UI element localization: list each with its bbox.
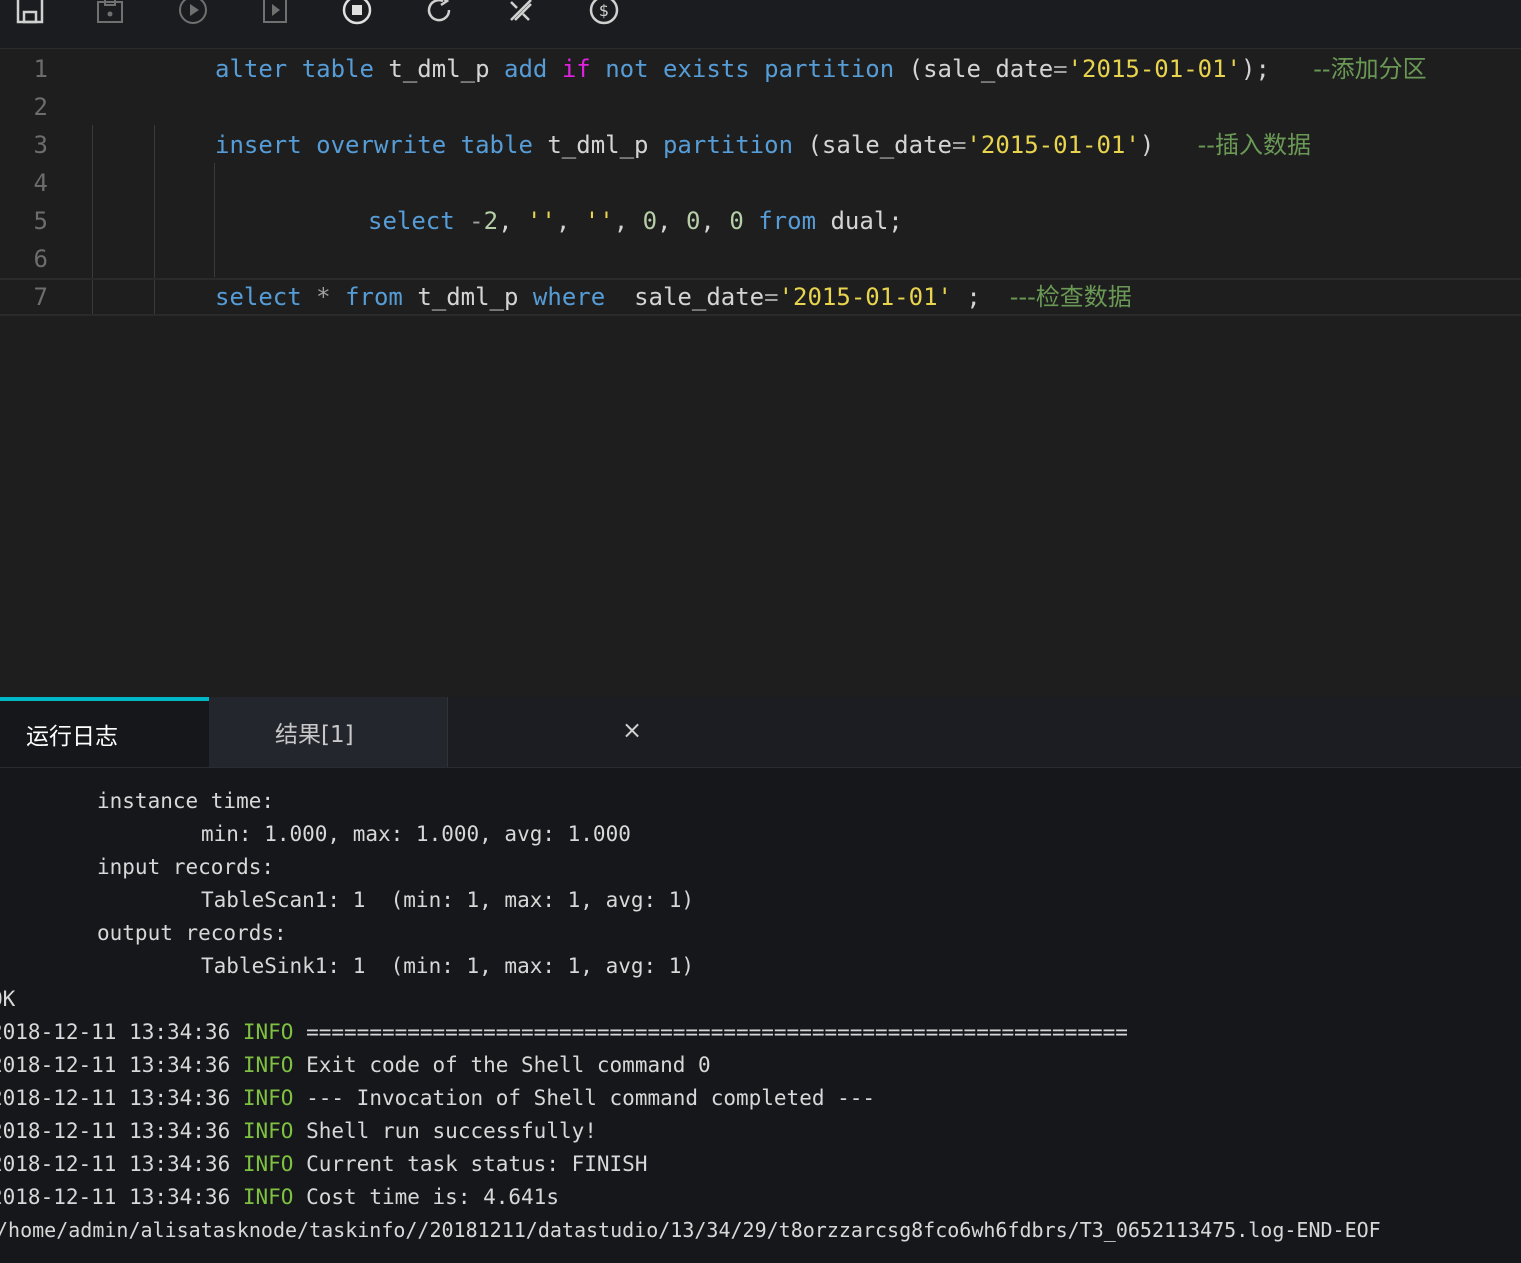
line-number: 4 [33,169,48,197]
save-icon[interactable] [12,0,48,30]
log-level: INFO [242,1152,294,1176]
code-line-5[interactable]: 5 select -2, '', '', 0, 0, 0 from dual; [0,202,1521,240]
stop-icon[interactable] [339,0,375,30]
line-number: 7 [33,283,48,311]
code-line-1[interactable]: 1 alter table t_dml_p add if not exists … [0,50,1521,88]
cost-icon[interactable]: $ [586,0,622,30]
log-entry: 2018-12-11 13:34:36 INFO ===============… [0,1020,1128,1044]
sql-editor[interactable]: 1 alter table t_dml_p add if not exists … [0,49,1521,697]
code-text: alter table t_dml_p add if not exists pa… [215,55,1427,83]
code-comment: ---检查数据 [1009,283,1132,311]
tab-run-log[interactable]: 运行日志 [0,697,209,767]
log-level: INFO [242,1053,294,1077]
toolbar: $ [0,0,1521,49]
tab-result[interactable]: 结果[1] × [209,697,642,767]
line-number: 6 [33,245,48,273]
tab-label: 结果[1] [275,722,354,748]
format-icon[interactable] [503,0,539,30]
log-line: TableScan1: 1 (min: 1, max: 1, avg: 1) [201,888,695,912]
run-selected-icon[interactable] [257,0,293,30]
log-line: input records: [97,855,275,879]
log-level: INFO [242,1086,294,1110]
log-entry: 2018-12-11 13:34:36 INFO --- Invocation … [0,1086,876,1110]
log-entry: 2018-12-11 13:34:36 INFO Cost time is: 4… [0,1185,559,1209]
log-entry: 2018-12-11 13:34:36 INFO Exit code of th… [0,1053,711,1077]
code-line-2[interactable]: 2 [0,88,1521,126]
log-line: output records: [97,921,287,945]
log-level: INFO [242,1119,294,1143]
line-number: 5 [33,207,48,235]
log-entry: 2018-12-11 13:34:36 INFO Current task st… [0,1152,648,1176]
code-text: insert overwrite table t_dml_p partition… [215,131,1311,159]
code-line-6[interactable]: 6 [0,240,1521,278]
code-line-4[interactable]: 4 [0,164,1521,202]
line-number: 2 [33,93,48,121]
log-line: TableSink1: 1 (min: 1, max: 1, avg: 1) [201,954,695,978]
code-line-3[interactable]: 3 insert overwrite table t_dml_p partiti… [0,126,1521,164]
code-comment: --添加分区 [1313,55,1427,83]
line-number: 1 [33,55,48,83]
tab-label: 运行日志 [26,724,118,750]
log-line: OK [0,987,16,1011]
code-text: select -2, '', '', 0, 0, 0 from dual; [368,207,903,235]
close-icon[interactable]: × [621,717,643,743]
log-path: /home/admin/alisatasknode/taskinfo//2018… [0,1218,1381,1242]
lock-icon[interactable] [92,0,128,30]
log-level: INFO [242,1185,294,1209]
code-text: select * from t_dml_p where sale_date='2… [215,283,1132,311]
svg-text:$: $ [599,1,609,20]
panel-tabs: 运行日志 结果[1] × [0,697,1521,768]
log-line: instance time: [97,789,275,813]
run-icon[interactable] [175,0,211,30]
log-level: INFO [242,1020,294,1044]
log-line: min: 1.000, max: 1.000, avg: 1.000 [201,822,631,846]
log-entry: 2018-12-11 13:34:36 INFO Shell run succe… [0,1119,597,1143]
output-panel: 运行日志 结果[1] × instance time: min: 1.000, … [0,697,1521,1263]
code-line-7[interactable]: 7 select * from t_dml_p where sale_date=… [0,278,1521,316]
code-comment: --插入数据 [1197,131,1311,159]
reload-icon[interactable] [421,0,457,30]
line-number: 3 [33,131,48,159]
